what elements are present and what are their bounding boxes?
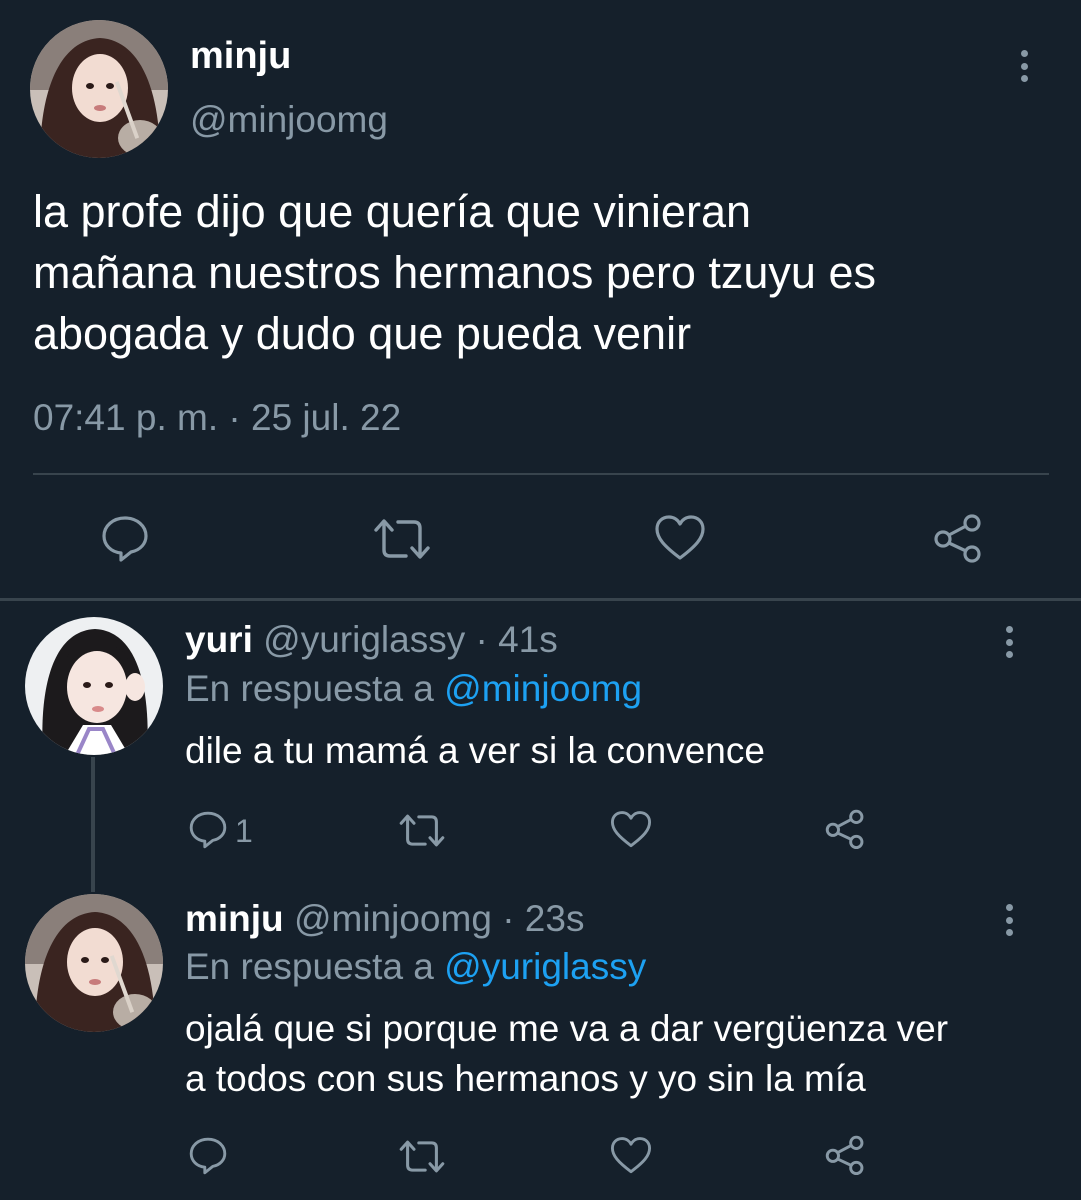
reply-time[interactable]: · 23s (502, 898, 584, 939)
reply-icon[interactable] (100, 514, 150, 564)
share-icon[interactable] (932, 512, 984, 564)
tweet-timestamp[interactable]: 07:41 p. m. · 25 jul. 22 (33, 396, 401, 440)
author-handle[interactable]: @minjoomg (294, 898, 492, 939)
reply-icon[interactable] (188, 810, 228, 850)
reply-context-label: En respuesta a (185, 946, 434, 987)
share-icon[interactable] (824, 1134, 866, 1176)
profile-photo (25, 617, 163, 755)
mention-link[interactable]: @minjoomg (444, 668, 642, 709)
reply-text: dile a tu mamá a ver si la convence (185, 730, 765, 771)
profile-photo (30, 20, 168, 158)
thread-connector-line (91, 757, 95, 892)
avatar[interactable] (25, 894, 163, 1032)
reply-time[interactable]: · 41s (475, 619, 557, 660)
reply-context: En respuesta a @minjoomg (185, 667, 642, 711)
author-name[interactable]: minju (190, 34, 291, 78)
author-handle[interactable]: @yuriglassy (263, 619, 465, 660)
reply-icon[interactable] (188, 1136, 228, 1176)
more-options-icon[interactable] (1003, 904, 1015, 936)
reply-header: yuri @yuriglassy · 41s (185, 618, 558, 662)
avatar[interactable] (30, 20, 168, 158)
retweet-icon[interactable] (398, 1138, 446, 1175)
tweet-text: la profe dijo que quería que vinieran ma… (33, 186, 876, 359)
retweet-icon[interactable] (398, 812, 446, 849)
avatar[interactable] (25, 617, 163, 755)
like-icon[interactable] (654, 514, 706, 562)
reply-text: ojalá que si porque me va a dar vergüenz… (185, 1008, 949, 1099)
profile-photo (25, 894, 163, 1032)
author-name[interactable]: yuri (185, 619, 253, 660)
reply-count: 1 (235, 813, 253, 849)
reply-context: En respuesta a @yuriglassy (185, 945, 646, 989)
like-icon[interactable] (610, 810, 652, 849)
section-divider (0, 598, 1081, 601)
like-icon[interactable] (610, 1136, 652, 1175)
share-icon[interactable] (824, 808, 866, 850)
reply-header: minju @minjoomg · 23s (185, 897, 584, 941)
retweet-icon[interactable] (372, 516, 432, 562)
more-options-icon[interactable] (1018, 50, 1030, 82)
more-options-icon[interactable] (1003, 626, 1015, 658)
mention-link[interactable]: @yuriglassy (444, 946, 646, 987)
divider (33, 473, 1049, 475)
reply-context-label: En respuesta a (185, 668, 434, 709)
author-name[interactable]: minju (185, 898, 284, 939)
author-handle[interactable]: @minjoomg (190, 98, 388, 142)
